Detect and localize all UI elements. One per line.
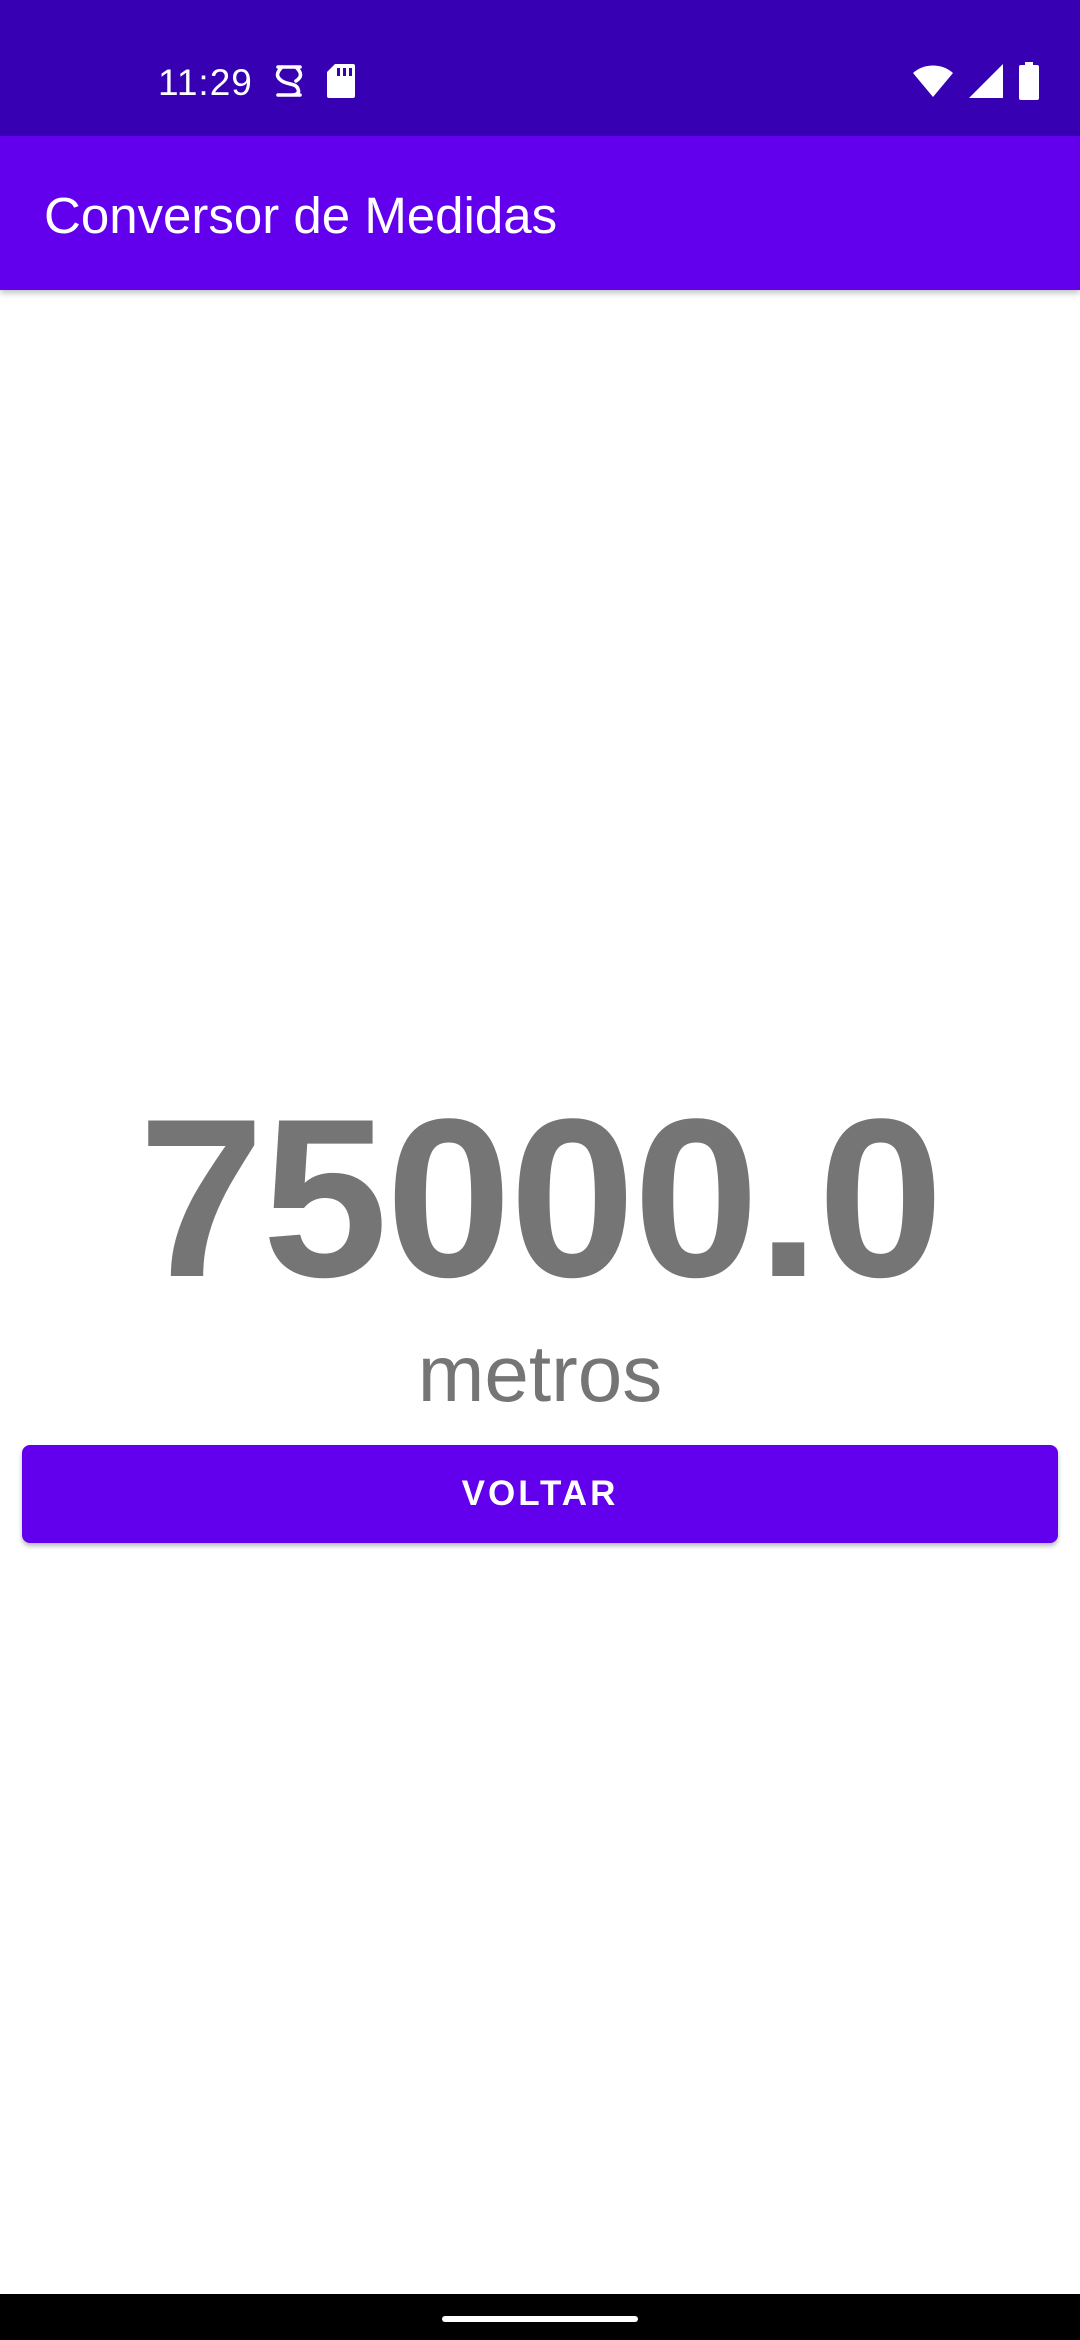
status-time: 11:29: [158, 62, 253, 103]
sd-card-icon: [326, 63, 356, 104]
navigation-bar: [0, 2294, 1080, 2340]
result-content: 75000.0 metros VOLTAR: [0, 290, 1080, 2294]
cellular-signal-icon: [968, 63, 1004, 104]
back-button-label: VOLTAR: [461, 1474, 619, 1513]
back-button[interactable]: VOLTAR: [22, 1445, 1058, 1543]
result-unit: metros: [417, 1329, 663, 1418]
battery-icon: [1018, 61, 1040, 105]
status-system-icons: [912, 61, 1040, 105]
app-title: Conversor de Medidas: [44, 187, 558, 244]
app-bar: Conversor de Medidas: [0, 136, 1080, 290]
home-gesture-handle[interactable]: [442, 2316, 638, 2322]
result-value: 75000.0: [138, 1071, 944, 1324]
debug-icon: [274, 63, 304, 104]
status-notification-icons: [274, 62, 356, 104]
app-screen: 11:29 Conversor de Medidas 75000.0 metro…: [0, 0, 1080, 2340]
status-bar: 11:29: [0, 0, 1080, 136]
wifi-icon: [912, 64, 954, 103]
